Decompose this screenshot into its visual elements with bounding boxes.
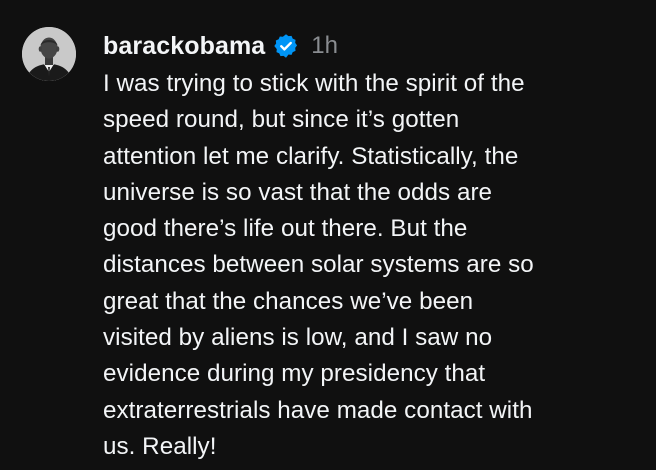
post-text-line: evidence during my presidency that (103, 360, 486, 388)
post-header: barackobama 1h (103, 28, 643, 64)
post-text-line: universe is so vast that the odds are (103, 178, 493, 206)
post-text-line: great that the chances we’ve been (103, 287, 474, 315)
post-card: barackobama 1h I was trying to stick wit… (0, 0, 656, 470)
post-text-line: attention let me clarify. Statistically,… (103, 142, 519, 170)
post-text-line: speed round, but since it’s gotten (103, 106, 460, 134)
avatar-portrait-icon (22, 27, 76, 81)
post-content: barackobama 1h I was trying to stick wit… (103, 28, 643, 465)
post-text-line: I was trying to stick with the spirit of… (103, 70, 525, 97)
post-text-line: good there’s life out there. But the (103, 215, 468, 243)
post-text-line: us. Really! (103, 432, 217, 460)
post-text-line: distances between solar systems are so (103, 251, 534, 279)
post-text-line: visited by aliens is low, and I saw no (103, 324, 493, 352)
post-body-text: I was trying to stick with the spirit of… (103, 66, 643, 465)
avatar[interactable] (22, 27, 76, 81)
post-timestamp[interactable]: 1h (311, 28, 338, 64)
post-text-line: extraterrestrials have made contact with (103, 396, 533, 424)
verified-badge-icon (273, 33, 299, 59)
username-link[interactable]: barackobama (103, 28, 265, 64)
